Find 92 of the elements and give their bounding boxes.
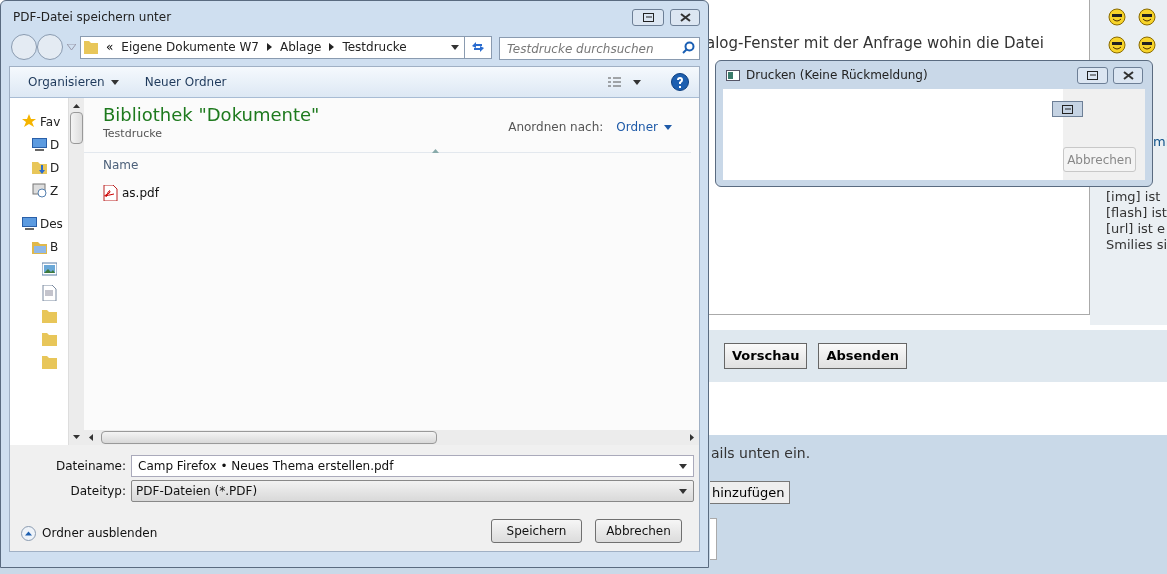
close-button[interactable]	[670, 8, 700, 26]
dialog-button[interactable]: Abbrechen	[595, 519, 682, 543]
pdf-file-icon	[103, 185, 118, 201]
download-folder-icon	[32, 159, 47, 176]
scroll-thumb[interactable]	[101, 431, 437, 444]
arrow-icon	[329, 43, 335, 51]
monitor-icon	[32, 136, 47, 153]
scrollbar[interactable]	[84, 430, 699, 445]
nav-item[interactable]: D	[32, 158, 60, 177]
scrollbar[interactable]	[68, 98, 84, 445]
arrow-icon	[266, 43, 272, 51]
document-icon[interactable]	[42, 284, 57, 301]
star-icon	[22, 113, 37, 130]
help-text: [url] ist e	[1106, 221, 1167, 237]
nav-item[interactable]: Z	[32, 181, 59, 200]
restore-button[interactable]	[1052, 101, 1083, 117]
close-button[interactable]	[1113, 66, 1143, 84]
caret-icon	[633, 79, 641, 85]
folder-icon[interactable]	[42, 353, 57, 370]
body-text: alog-Fenster mit der Anfrage wohin die Datei	[706, 33, 1044, 54]
hide-folders-button[interactable]: Ordner ausblenden	[21, 524, 158, 542]
file-type-dropdown[interactable]: PDF-Dateien (*.PDF)	[131, 480, 694, 502]
down-arrow-icon	[73, 435, 80, 439]
up-arrow-icon	[73, 104, 80, 108]
file-name-field[interactable]: Camp Firefox • Neues Thema erstellen.pdf	[131, 455, 694, 477]
recent-places-icon	[32, 182, 47, 199]
close-icon	[1122, 70, 1134, 80]
folder-icon[interactable]	[42, 330, 57, 347]
nav-item[interactable]: B	[32, 237, 59, 256]
add-button[interactable]: hinzufügen	[710, 481, 791, 504]
collapse-icon	[21, 525, 36, 541]
window-title: PDF-Datei speichern unter	[13, 9, 173, 26]
left-arrow-icon	[89, 434, 93, 441]
smiley-icon	[1108, 8, 1126, 26]
toolbar-button[interactable]: Neuer Ordner	[136, 71, 235, 93]
help-text: Smilies si	[1106, 237, 1167, 253]
help-text: [flash] ist	[1106, 205, 1167, 221]
smiley-icon	[1138, 8, 1156, 26]
back-button[interactable]	[11, 34, 37, 60]
sort-arrow-icon	[432, 149, 439, 153]
library-title: Bibliothek "Dokumente"	[103, 104, 320, 126]
sidebar-link[interactable]: mi	[1153, 132, 1167, 152]
close-icon	[679, 12, 691, 22]
nav-item[interactable]: Fav	[22, 112, 61, 131]
breadcrumb-item[interactable]: Eigene Dokumente W7	[121, 38, 259, 56]
dialog-button[interactable]: Speichern	[491, 519, 582, 543]
window-icon	[1087, 70, 1098, 80]
window-icon	[1062, 104, 1073, 114]
right-arrow-icon	[690, 434, 694, 441]
nav-item[interactable]: Des	[22, 214, 63, 233]
arrange-dropdown[interactable]: Ordner	[616, 118, 672, 136]
address-bar[interactable]: « Eigene Dokumente W7 Ablage Testdrucke	[80, 35, 492, 59]
column-header[interactable]: Name	[103, 156, 139, 174]
breadcrumb-item[interactable]: Testdrucke	[342, 38, 407, 56]
hint-text: ails unten ein.	[711, 444, 811, 463]
question-icon	[676, 76, 684, 88]
file-item[interactable]: as.pdf	[103, 183, 161, 203]
smiley-icon	[1108, 36, 1126, 54]
list-view-icon	[608, 76, 621, 88]
help-button[interactable]	[671, 73, 689, 91]
caret-icon	[67, 44, 76, 50]
search-field[interactable]: Testdrucke durchsuchen	[499, 37, 700, 60]
caret-icon	[664, 124, 672, 130]
nav-item[interactable]: D	[32, 135, 60, 154]
text-area[interactable]	[710, 518, 717, 560]
search-icon	[682, 40, 695, 54]
library-subtitle: Testdrucke	[103, 126, 163, 142]
folder-icon	[84, 39, 98, 55]
dropdown-icon	[679, 463, 687, 469]
restore-button[interactable]	[632, 8, 664, 26]
forward-button[interactable]	[37, 34, 63, 60]
field-label: Dateityp:	[69, 483, 127, 500]
overflow-chevron[interactable]: «	[106, 38, 114, 56]
arrange-label: Anordnen nach:	[508, 119, 604, 136]
window-title: Drucken (Keine Rückmeldung)	[746, 67, 929, 84]
breadcrumb-item[interactable]: Ablage	[279, 38, 322, 56]
refresh-icon	[471, 41, 485, 53]
window-icon	[642, 12, 654, 22]
form-button[interactable]: Absenden	[818, 343, 907, 369]
folder-icon[interactable]	[42, 307, 57, 324]
application-icon	[726, 69, 740, 81]
monitor-icon	[22, 215, 37, 232]
field-label: Dateiname:	[54, 458, 127, 475]
form-button[interactable]: Vorschau	[724, 343, 808, 369]
help-text: [img] ist	[1106, 189, 1162, 205]
dropdown-icon	[679, 488, 687, 494]
restore-button[interactable]	[1077, 66, 1108, 84]
scroll-thumb[interactable]	[70, 112, 83, 144]
smiley-icon	[1138, 36, 1156, 54]
toolbar-button[interactable]: Organisieren	[20, 71, 127, 93]
picture-icon[interactable]	[42, 261, 57, 278]
dropdown-icon	[451, 44, 459, 50]
